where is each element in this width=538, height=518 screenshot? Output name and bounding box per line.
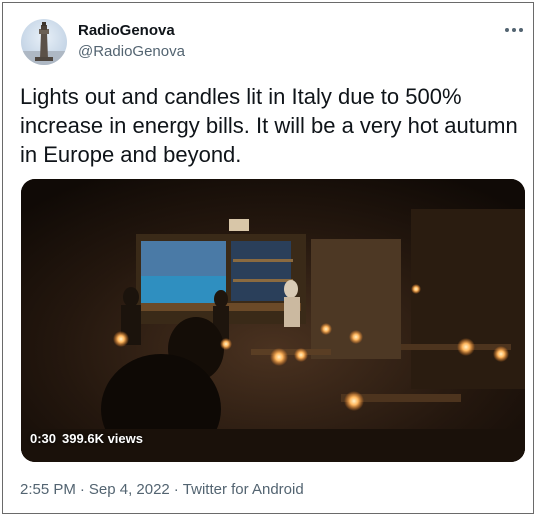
tweet-source[interactable]: Twitter for Android [183,481,304,498]
meta-separator: · [79,481,85,498]
video-thumbnail [21,179,525,462]
author-handle[interactable]: @RadioGenova [78,43,185,60]
video-duration: 0:30 [30,431,57,446]
tweet-text: Lights out and candles lit in Italy due … [20,84,518,167]
author-display-name[interactable]: RadioGenova [78,22,175,39]
video-player[interactable] [21,179,525,462]
tweet-time[interactable]: 2:55 PM [20,481,76,498]
avatar[interactable] [21,19,67,65]
lighthouse-avatar-icon [21,22,67,65]
video-view-count: 399.6K views [62,431,143,446]
tweet-date[interactable]: Sep 4, 2022 [89,481,170,498]
meta-separator: · [173,481,179,498]
tweet-meta: 2:55 PM · Sep 4, 2022 · Twitter for Andr… [20,481,304,498]
more-horizontal-icon[interactable] [505,25,525,35]
video-stats: 0:30 399.6K views [30,431,143,446]
